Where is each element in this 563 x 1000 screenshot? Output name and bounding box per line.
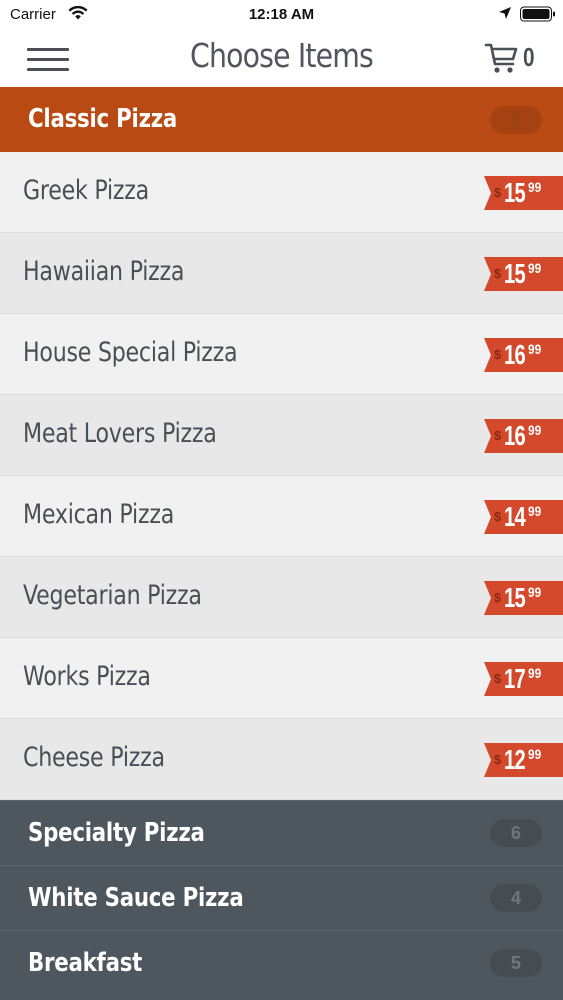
price-tag: $ 12 99: [484, 743, 563, 777]
category-count-badge: 6: [490, 819, 542, 847]
category-header-classic-pizza[interactable]: Classic Pizza 8: [0, 87, 563, 152]
category-label: Specialty Pizza: [28, 818, 205, 848]
item-name: Greek Pizza: [23, 175, 149, 206]
price-tag: $ 16 99: [484, 419, 563, 453]
list-item[interactable]: Greek Pizza $ 15 99: [0, 152, 563, 233]
item-name: House Special Pizza: [23, 337, 238, 368]
page-title: Choose Items: [190, 36, 374, 75]
price-cents: 99: [528, 422, 542, 438]
menu-item-list: Greek Pizza $ 15 99 Hawaiian Pizza $ 15 …: [0, 152, 563, 800]
status-bar: Carrier 12:18 AM: [0, 0, 563, 30]
cart-button[interactable]: 0: [484, 40, 544, 76]
cart-icon: [484, 43, 518, 73]
price-currency: $: [494, 590, 502, 605]
price-currency: $: [494, 347, 502, 362]
nav-bar: Choose Items 0: [0, 30, 563, 87]
item-name: Vegetarian Pizza: [23, 580, 202, 611]
price-tag: $ 14 99: [484, 500, 563, 534]
category-header-white-sauce-pizza[interactable]: White Sauce Pizza 4: [0, 865, 563, 930]
price-dollars: 17: [504, 663, 526, 694]
item-name: Cheese Pizza: [23, 742, 165, 773]
price-cents: 99: [528, 746, 542, 762]
list-item[interactable]: Mexican Pizza $ 14 99: [0, 476, 563, 557]
list-item[interactable]: Cheese Pizza $ 12 99: [0, 719, 563, 800]
price-dollars: 14: [504, 501, 526, 532]
category-count-badge: 8: [490, 106, 542, 134]
price-dollars: 15: [504, 177, 526, 208]
category-label: White Sauce Pizza: [28, 883, 244, 913]
location-arrow-icon: [499, 7, 511, 19]
list-item[interactable]: House Special Pizza $ 16 99: [0, 314, 563, 395]
price-cents: 99: [528, 503, 542, 519]
price-currency: $: [494, 671, 502, 686]
price-tag: $ 15 99: [484, 257, 563, 291]
category-count-badge: 5: [490, 949, 542, 977]
price-cents: 99: [528, 584, 542, 600]
list-item[interactable]: Hawaiian Pizza $ 15 99: [0, 233, 563, 314]
item-name: Hawaiian Pizza: [23, 256, 185, 287]
price-currency: $: [494, 752, 502, 767]
price-dollars: 15: [504, 258, 526, 289]
price-dollars: 15: [504, 582, 526, 613]
price-tag: $ 16 99: [484, 338, 563, 372]
list-item[interactable]: Works Pizza $ 17 99: [0, 638, 563, 719]
price-currency: $: [494, 509, 502, 524]
category-label: Breakfast: [28, 948, 143, 978]
item-name: Works Pizza: [23, 661, 151, 692]
price-tag: $ 15 99: [484, 581, 563, 615]
price-cents: 99: [528, 341, 542, 357]
price-cents: 99: [528, 260, 542, 276]
category-header-breakfast[interactable]: Breakfast 5: [0, 930, 563, 1000]
price-dollars: 16: [504, 339, 526, 370]
price-cents: 99: [528, 179, 542, 195]
category-label: Classic Pizza: [28, 104, 178, 134]
price-dollars: 12: [504, 744, 526, 775]
category-count-badge: 4: [490, 884, 542, 912]
price-currency: $: [494, 266, 502, 281]
price-cents: 99: [528, 665, 542, 681]
category-header-specialty-pizza[interactable]: Specialty Pizza 6: [0, 800, 563, 865]
list-item[interactable]: Meat Lovers Pizza $ 16 99: [0, 395, 563, 476]
list-item[interactable]: Vegetarian Pizza $ 15 99: [0, 557, 563, 638]
item-name: Meat Lovers Pizza: [23, 418, 217, 449]
price-currency: $: [494, 185, 502, 200]
battery-icon: [520, 6, 555, 22]
price-dollars: 16: [504, 420, 526, 451]
price-currency: $: [494, 428, 502, 443]
price-tag: $ 17 99: [484, 662, 563, 696]
price-tag: $ 15 99: [484, 176, 563, 210]
item-name: Mexican Pizza: [23, 499, 175, 530]
cart-count: 0: [523, 42, 535, 72]
status-time: 12:18 AM: [248, 6, 315, 23]
